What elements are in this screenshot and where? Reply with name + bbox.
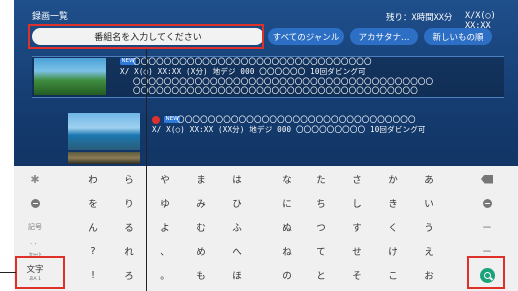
record-dot-icon [152, 116, 160, 124]
key-char[interactable]: て [306, 240, 336, 262]
key-char[interactable]: 、 [150, 240, 180, 262]
key-char[interactable]: え [414, 240, 444, 262]
key-char[interactable]: せ [342, 240, 372, 262]
key-char[interactable]: む [186, 216, 216, 238]
key-char[interactable]: た [306, 168, 336, 190]
backspace-icon [481, 174, 493, 184]
key-char[interactable]: ろ [114, 264, 144, 286]
genre-filter-button[interactable]: すべてのジャンル [268, 28, 344, 45]
symbol-key[interactable]: 記号 [20, 216, 50, 238]
input-mode-highlight [15, 256, 65, 289]
key-char[interactable]: か [378, 168, 408, 190]
key-char[interactable]: よ [150, 216, 180, 238]
recording-title: 〇〇〇〇〇〇〇〇〇〇〇〇〇〇〇〇〇〇〇〇〇〇〇〇〇〇〇〇〇〇〇 [177, 115, 416, 124]
key-char[interactable]: ち [306, 192, 336, 214]
recording-meta: X/ X(◯) XX:XX (XX分) 地デジ 000 〇〇〇〇〇〇〇〇〇 10… [152, 125, 426, 134]
key-char[interactable]: き [378, 192, 408, 214]
key-char[interactable]: く [378, 216, 408, 238]
recording-meta: X/ X(◯) XX:XX (X分) 地デジ 000 〇〇〇〇〇〇 10回ダビン… [120, 67, 366, 76]
key-char[interactable]: の [272, 264, 302, 286]
remaining-time: 残り：X時間XX分 [386, 13, 453, 23]
key-char[interactable]: を [78, 192, 108, 214]
key-char[interactable]: め [186, 240, 216, 262]
software-keyboard: ✱ 記号 ゛゜ 大⇔小 文字 あA 1 わ ら や ま は な た さ か あ … [14, 166, 518, 291]
key-char[interactable]: お [414, 264, 444, 286]
key-char[interactable]: し [342, 192, 372, 214]
key-char[interactable]: り [114, 192, 144, 214]
search-key-highlight [467, 256, 505, 289]
key-char[interactable]: な [272, 168, 302, 190]
key-char[interactable]: ら [114, 168, 144, 190]
key-char[interactable]: へ [222, 240, 252, 262]
key-char[interactable]: ひ [222, 192, 252, 214]
kana-filter-button[interactable]: アカサタナ… [350, 28, 418, 45]
recording-thumbnail [68, 113, 140, 150]
recording-thumbnail [68, 152, 140, 164]
recording-thumbnail [34, 58, 106, 95]
key-char[interactable]: や [150, 168, 180, 190]
key-char[interactable]: さ [342, 168, 372, 190]
key-char[interactable]: れ [114, 240, 144, 262]
recording-description: 〇〇〇〇〇〇〇〇〇〇〇〇〇〇〇〇〇〇〇〇〇〇〇〇〇〇〇〇〇〇〇〇〇〇〇〇〇 [133, 86, 418, 95]
long-vowel-key[interactable]: ー [472, 216, 502, 238]
key-char[interactable]: ね [272, 240, 302, 262]
key-char[interactable]: ま [186, 168, 216, 190]
key-char[interactable]: ぬ [272, 216, 302, 238]
key-char[interactable]: そ [342, 264, 372, 286]
key-char[interactable]: ほ [222, 264, 252, 286]
search-input-highlight [28, 24, 264, 49]
key-char[interactable]: あ [414, 168, 444, 190]
key-char[interactable]: わ [78, 168, 108, 190]
cursor-right-key[interactable] [472, 192, 502, 214]
backspace-key[interactable] [472, 168, 502, 190]
key-char[interactable]: も [186, 264, 216, 286]
key-char[interactable]: ん [78, 216, 108, 238]
key-char[interactable]: は [222, 168, 252, 190]
settings-gear-icon: ✱ [30, 172, 40, 186]
key-char[interactable]: ふ [222, 216, 252, 238]
key-char[interactable]: つ [306, 216, 336, 238]
screen-title: 録画一覧 [32, 12, 69, 22]
dakuten-label: ゛゜ [30, 244, 40, 249]
callout-line [146, 49, 148, 291]
key-char[interactable]: う [414, 216, 444, 238]
recording-row[interactable]: NEW 〇〇〇〇〇〇〇〇〇〇〇〇〇〇〇〇〇〇〇〇〇〇〇〇〇〇〇〇〇〇〇 X/ X… [32, 112, 504, 152]
key-char[interactable]: い [414, 192, 444, 214]
key-char[interactable]: る [114, 216, 144, 238]
key-char[interactable]: 。 [150, 264, 180, 286]
key-char[interactable]: に [272, 192, 302, 214]
callout-line [0, 272, 16, 274]
sort-order-button[interactable]: 新しいもの順 [424, 28, 492, 45]
key-char[interactable]: す [342, 216, 372, 238]
key-char[interactable]: み [186, 192, 216, 214]
key-char[interactable]: ゆ [150, 192, 180, 214]
cursor-right-icon [482, 198, 492, 208]
recording-row[interactable]: NEW 〇〇〇〇〇〇〇〇〇〇〇〇〇〇〇〇〇〇〇〇〇〇〇〇〇〇〇〇〇〇〇 X/ X… [32, 56, 504, 98]
key-char[interactable]: け [378, 240, 408, 262]
cursor-left-key[interactable] [20, 192, 50, 214]
key-char[interactable]: ? [78, 240, 108, 262]
key-char[interactable]: と [306, 264, 336, 286]
cursor-left-icon [30, 198, 40, 208]
key-char[interactable]: ! [78, 264, 108, 286]
recording-title: 〇〇〇〇〇〇〇〇〇〇〇〇〇〇〇〇〇〇〇〇〇〇〇〇〇〇〇〇〇〇〇 [133, 57, 372, 66]
settings-gear-key[interactable]: ✱ [20, 168, 50, 190]
key-char[interactable]: こ [378, 264, 408, 286]
